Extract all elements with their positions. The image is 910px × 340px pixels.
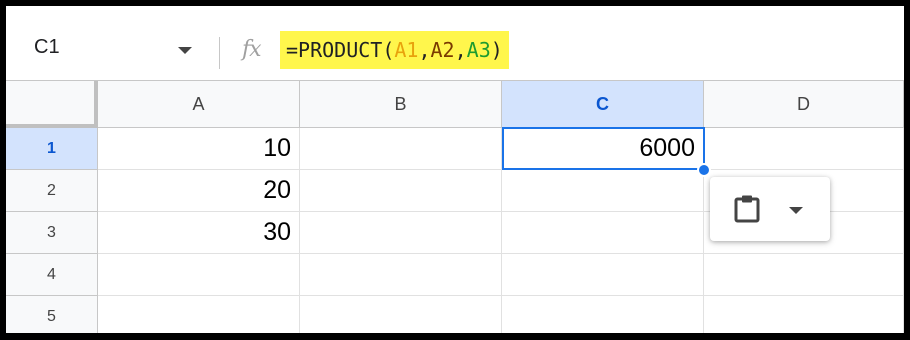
fill-handle[interactable] bbox=[697, 163, 711, 177]
cell-c2[interactable] bbox=[502, 170, 704, 212]
select-all-corner[interactable] bbox=[6, 81, 98, 128]
column-header-b[interactable]: B bbox=[300, 81, 502, 128]
cell-d1[interactable] bbox=[704, 128, 904, 170]
column-header-c[interactable]: C bbox=[502, 81, 704, 128]
row-header-1[interactable]: 1 bbox=[6, 128, 98, 170]
formula-ref-a2: A2 bbox=[430, 38, 455, 62]
cell-b2[interactable] bbox=[300, 170, 502, 212]
row-header-5[interactable]: 5 bbox=[6, 296, 98, 333]
formula-separator: , bbox=[454, 38, 467, 62]
formula-ref-a1: A1 bbox=[394, 38, 419, 62]
formula-ref-a3: A3 bbox=[466, 38, 491, 62]
paste-options-popup[interactable] bbox=[710, 177, 830, 241]
row-header-4[interactable]: 4 bbox=[6, 254, 98, 296]
name-box[interactable]: C1 bbox=[34, 36, 60, 59]
cell-c5[interactable] bbox=[502, 296, 704, 333]
formula-prefix: =PRODUCT( bbox=[286, 38, 395, 62]
cell-b4[interactable] bbox=[300, 254, 502, 296]
cell-a1[interactable]: 10 bbox=[98, 128, 300, 170]
cell-c3[interactable] bbox=[502, 212, 704, 254]
formula-input[interactable]: =PRODUCT(A1,A2,A3) bbox=[280, 31, 509, 69]
cell-a3[interactable]: 30 bbox=[98, 212, 300, 254]
cell-b5[interactable] bbox=[300, 296, 502, 333]
formula-separator: , bbox=[418, 38, 431, 62]
formula-suffix: ) bbox=[490, 38, 503, 62]
cell-c4[interactable] bbox=[502, 254, 704, 296]
name-box-dropdown-icon[interactable] bbox=[178, 47, 192, 54]
chevron-down-icon[interactable] bbox=[789, 207, 803, 214]
selected-cell-c1[interactable] bbox=[502, 127, 705, 170]
column-header-a[interactable]: A bbox=[98, 81, 300, 128]
row-header-3[interactable]: 3 bbox=[6, 212, 98, 254]
cell-d5[interactable] bbox=[704, 296, 904, 333]
cell-b3[interactable] bbox=[300, 212, 502, 254]
row-header-2[interactable]: 2 bbox=[6, 170, 98, 212]
cell-b1[interactable] bbox=[300, 128, 502, 170]
clipboard-icon[interactable] bbox=[732, 193, 762, 228]
spreadsheet-window: C1 fx =PRODUCT(A1,A2,A3) A B C D 1 2 3 4… bbox=[6, 6, 904, 333]
formula-bar: C1 fx =PRODUCT(A1,A2,A3) bbox=[6, 6, 904, 81]
cell-a2[interactable]: 20 bbox=[98, 170, 300, 212]
cell-d4[interactable] bbox=[704, 254, 904, 296]
formula-bar-divider bbox=[219, 37, 220, 69]
cell-a4[interactable] bbox=[98, 254, 300, 296]
fx-icon: fx bbox=[242, 37, 262, 62]
column-header-d[interactable]: D bbox=[704, 81, 904, 128]
cell-a5[interactable] bbox=[98, 296, 300, 333]
